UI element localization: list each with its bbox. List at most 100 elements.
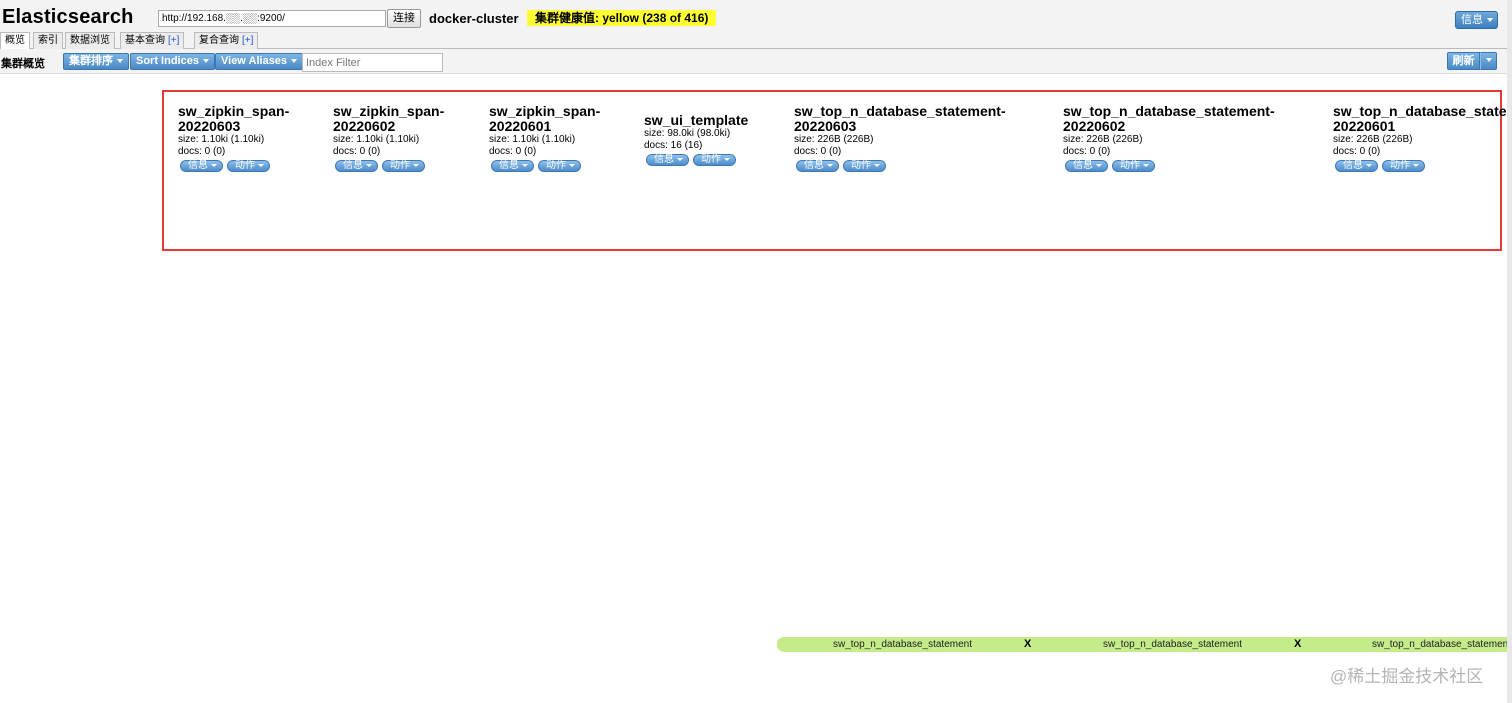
info-menu-button[interactable]: 信息 bbox=[1455, 11, 1498, 29]
chevron-down-icon bbox=[1143, 163, 1149, 167]
pill-label: 信息 bbox=[188, 160, 208, 171]
cluster-name: docker-cluster bbox=[429, 11, 519, 26]
vertical-scrollbar[interactable] bbox=[1507, 0, 1512, 703]
tab-label: 索引 bbox=[38, 35, 58, 46]
view-aliases-label: View Aliases bbox=[221, 55, 288, 67]
chevron-down-icon bbox=[1413, 163, 1419, 167]
index-name-date: 20220603 bbox=[794, 118, 857, 134]
index-action-button[interactable]: 动作 bbox=[693, 154, 736, 166]
pill-label: 信息 bbox=[499, 160, 519, 171]
view-aliases-button[interactable]: View Aliases bbox=[215, 53, 304, 70]
sort-cluster-label: 集群排序 bbox=[69, 55, 113, 67]
index-size: size: 1.10ki (1.10ki) bbox=[333, 134, 420, 145]
tab-indices[interactable]: 索引 bbox=[33, 32, 63, 49]
pill-label: 信息 bbox=[1073, 160, 1093, 171]
chevron-down-icon bbox=[258, 163, 264, 167]
sort-indices-label: Sort Indices bbox=[136, 55, 199, 67]
chevron-down-icon bbox=[211, 163, 217, 167]
pill-label: 信息 bbox=[654, 154, 674, 165]
index-info-button[interactable]: 信息 bbox=[1065, 160, 1108, 172]
connect-url-input[interactable] bbox=[158, 10, 386, 27]
chevron-down-icon bbox=[366, 163, 372, 167]
index-card: sw_top_n_database_statement- 20220602 si… bbox=[1063, 104, 1275, 178]
index-docs: docs: 0 (0) bbox=[333, 146, 381, 157]
index-size: size: 1.10ki (1.10ki) bbox=[178, 134, 265, 145]
info-menu-label: 信息 bbox=[1461, 14, 1483, 26]
index-name: sw_zipkin_span- bbox=[333, 103, 445, 119]
app-title: Elasticsearch bbox=[2, 6, 134, 28]
chevron-down-icon bbox=[291, 59, 298, 64]
tab-label: 概览 bbox=[5, 35, 25, 46]
index-filter-input[interactable] bbox=[302, 53, 443, 72]
index-size: size: 226B (226B) bbox=[1063, 134, 1143, 145]
sort-cluster-button[interactable]: 集群排序 bbox=[63, 53, 129, 70]
index-docs: docs: 0 (0) bbox=[1063, 146, 1111, 157]
index-card: sw_zipkin_span- 20220602 size: 1.10ki (1… bbox=[333, 104, 444, 178]
index-name-date: 20220601 bbox=[1333, 118, 1396, 134]
index-info-button[interactable]: 信息 bbox=[491, 160, 534, 172]
connect-button[interactable]: 连接 bbox=[387, 9, 421, 28]
chevron-down-icon bbox=[1366, 163, 1372, 167]
alias-label[interactable]: sw_top_n_database_statement bbox=[1372, 637, 1507, 652]
pill-label: 动作 bbox=[1390, 160, 1410, 171]
pill-label: 动作 bbox=[235, 160, 255, 171]
tab-overview[interactable]: 概览 bbox=[0, 32, 30, 50]
index-info-button[interactable]: 信息 bbox=[796, 160, 839, 172]
index-name: sw_zipkin_span- bbox=[489, 103, 601, 119]
alias-label[interactable]: sw_top_n_database_statement bbox=[833, 637, 972, 652]
chevron-down-icon bbox=[1096, 163, 1102, 167]
index-action-button[interactable]: 动作 bbox=[1112, 160, 1155, 172]
index-name: sw_ui_template bbox=[644, 112, 749, 128]
index-docs: docs: 16 (16) bbox=[644, 140, 703, 151]
tab-browser[interactable]: 数据浏览 bbox=[65, 32, 115, 49]
index-docs: docs: 0 (0) bbox=[1333, 146, 1381, 157]
alias-bar: sw_top_n_database_statement X sw_top_n_d… bbox=[777, 637, 1507, 652]
cluster-health-badge: 集群健康值: yellow (238 of 416) bbox=[527, 10, 717, 26]
index-action-button[interactable]: 动作 bbox=[538, 160, 581, 172]
pill-label: 动作 bbox=[701, 154, 721, 165]
alias-remove-button[interactable]: X bbox=[1294, 637, 1301, 652]
chevron-down-icon bbox=[522, 163, 528, 167]
tab-plus[interactable]: [+] bbox=[242, 35, 253, 46]
index-name: sw_zipkin_span- bbox=[178, 103, 290, 119]
pill-label: 动作 bbox=[546, 160, 566, 171]
index-action-button[interactable]: 动作 bbox=[1382, 160, 1425, 172]
index-info-button[interactable]: 信息 bbox=[180, 160, 223, 172]
alias-label[interactable]: sw_top_n_database_statement bbox=[1103, 637, 1242, 652]
pill-label: 动作 bbox=[1120, 160, 1140, 171]
index-info-button[interactable]: 信息 bbox=[335, 160, 378, 172]
index-action-button[interactable]: 动作 bbox=[227, 160, 270, 172]
index-info-button[interactable]: 信息 bbox=[646, 154, 689, 166]
index-card: sw_top_n_database_statement- 20220603 si… bbox=[794, 104, 1006, 178]
index-card: sw_zipkin_span- 20220603 size: 1.10ki (1… bbox=[178, 104, 289, 178]
refresh-button[interactable]: 刷新 bbox=[1447, 52, 1480, 70]
pill-label: 信息 bbox=[804, 160, 824, 171]
index-action-button[interactable]: 动作 bbox=[843, 160, 886, 172]
chevron-down-icon bbox=[569, 163, 575, 167]
tab-label: 数据浏览 bbox=[70, 35, 110, 46]
sort-indices-button[interactable]: Sort Indices bbox=[130, 53, 215, 70]
refresh-dropdown-button[interactable] bbox=[1480, 52, 1497, 70]
tab-label: 复合查询 bbox=[199, 35, 239, 46]
chevron-down-icon bbox=[1487, 18, 1493, 23]
index-name: sw_top_n_database_statement- bbox=[794, 103, 1006, 119]
tab-compound-query[interactable]: 复合查询 [+] bbox=[194, 32, 259, 49]
index-name-date: 20220601 bbox=[489, 118, 552, 134]
chevron-down-icon bbox=[874, 163, 880, 167]
index-card: sw_zipkin_span- 20220601 size: 1.10ki (1… bbox=[489, 104, 600, 178]
pill-label: 动作 bbox=[390, 160, 410, 171]
index-name: sw_top_n_database_statement- bbox=[1063, 103, 1275, 119]
tab-basic-query[interactable]: 基本查询 [+] bbox=[120, 32, 185, 49]
alias-remove-button[interactable]: X bbox=[1024, 637, 1031, 652]
index-name-date: 20220603 bbox=[178, 118, 241, 134]
pill-label: 动作 bbox=[851, 160, 871, 171]
index-size: size: 226B (226B) bbox=[1333, 134, 1413, 145]
index-action-button[interactable]: 动作 bbox=[382, 160, 425, 172]
index-name-date: 20220602 bbox=[333, 118, 396, 134]
tab-plus[interactable]: [+] bbox=[168, 35, 179, 46]
index-docs: docs: 0 (0) bbox=[178, 146, 226, 157]
index-card: sw_ui_template size: 98.0ki (98.0ki) doc… bbox=[644, 113, 748, 172]
pill-label: 信息 bbox=[343, 160, 363, 171]
index-info-button[interactable]: 信息 bbox=[1335, 160, 1378, 172]
index-docs: docs: 0 (0) bbox=[489, 146, 537, 157]
